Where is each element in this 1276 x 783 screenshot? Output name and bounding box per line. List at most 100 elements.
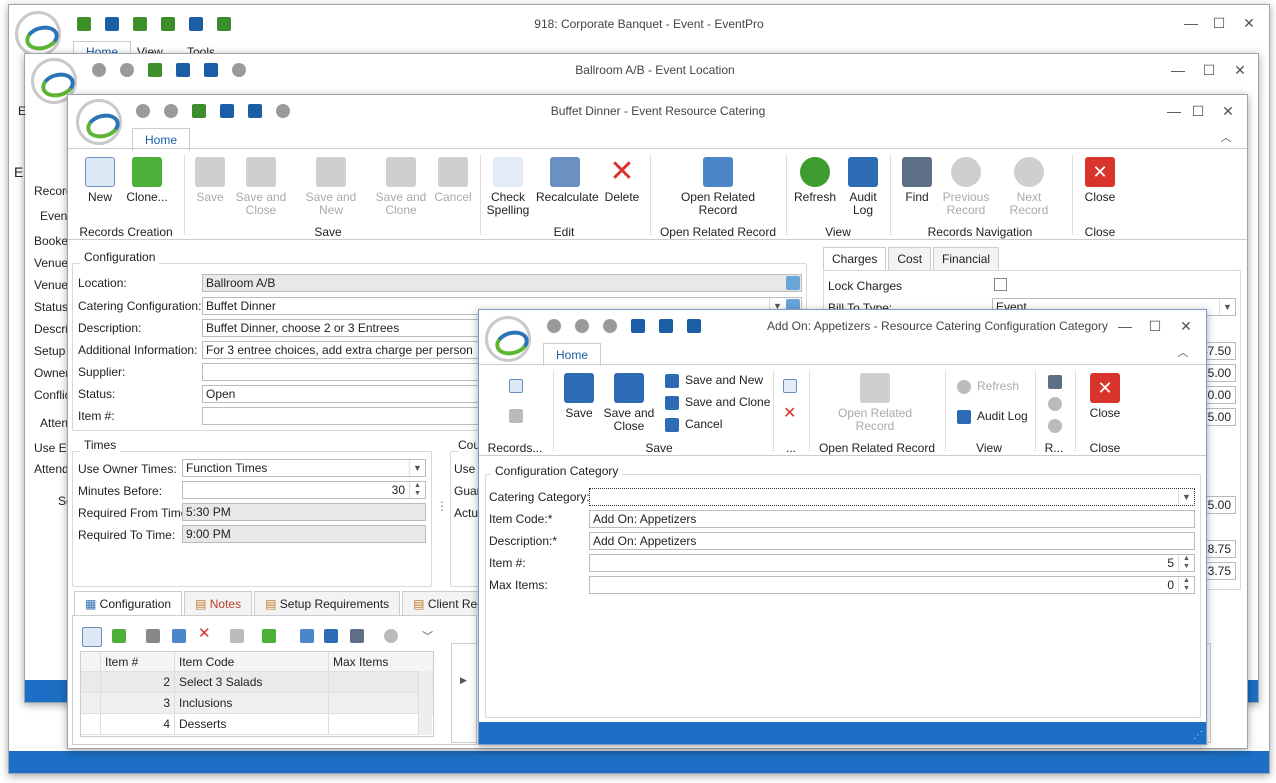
check-spelling-button[interactable]: Check Spelling	[486, 157, 530, 217]
close-button[interactable]: ✕	[1239, 15, 1259, 32]
clone-row-icon[interactable]	[112, 629, 126, 643]
collapse-ribbon-icon[interactable]: ︿	[1173, 344, 1193, 360]
spin-arrows-icon[interactable]: ▲ ▼	[409, 482, 425, 498]
close-button[interactable]: ✕	[1176, 318, 1196, 335]
location-field[interactable]: Ballroom A/B	[202, 274, 802, 292]
minimize-button[interactable]: —	[1168, 62, 1188, 78]
save-close-icon[interactable]	[204, 63, 218, 77]
item-code-field[interactable]: Add On: Appetizers	[589, 510, 1195, 528]
save-icon[interactable]	[631, 319, 645, 333]
spell-check-icon[interactable]	[783, 379, 797, 393]
save-button[interactable]: Save	[559, 373, 599, 420]
clone-icon[interactable]	[509, 409, 523, 423]
previous-record-button[interactable]: Previous Record	[940, 157, 992, 217]
description-field[interactable]: Add On: Appetizers	[589, 532, 1195, 550]
open-related-record-button[interactable]: Open Related Record	[835, 373, 915, 433]
table-row[interactable]: 2 Select 3 Salads 3	[81, 672, 433, 693]
up-arrow-icon[interactable]	[1048, 397, 1062, 411]
col-item-code[interactable]: Item Code	[175, 652, 329, 671]
down-arrow-icon[interactable]	[164, 104, 178, 118]
minimize-button[interactable]: —	[1115, 318, 1135, 334]
save-new-button[interactable]: Save and New	[665, 373, 763, 388]
new-row-icon[interactable]	[82, 627, 102, 647]
open-related-record-button[interactable]: Open Related Record	[678, 157, 758, 217]
calculator-icon[interactable]	[146, 629, 160, 643]
collapse-ribbon-icon[interactable]: ︿	[1216, 129, 1236, 145]
clock-icon[interactable]	[77, 17, 91, 31]
row-selector[interactable]	[81, 693, 101, 713]
save-close-button[interactable]: Save and Close	[234, 157, 288, 217]
audit-log-button[interactable]: Audit Log	[957, 409, 1028, 424]
link-icon[interactable]	[300, 629, 314, 643]
new-button[interactable]: New	[82, 157, 118, 204]
minutes-before-stepper[interactable]: 30 ▲ ▼	[182, 481, 426, 499]
undo-icon[interactable]	[232, 63, 246, 77]
use-owner-times-select[interactable]: Function Times ▼	[182, 459, 426, 477]
down-arrow-icon[interactable]	[120, 63, 134, 77]
save-clone-button[interactable]: Save and Clone	[665, 395, 770, 410]
delete-button[interactable]: ✕ Delete	[600, 157, 644, 204]
close-record-button[interactable]: ✕ Close	[1085, 373, 1125, 420]
undo-icon[interactable]	[687, 319, 701, 333]
tab-notes[interactable]: ▤ Notes	[184, 591, 253, 616]
save-close-icon[interactable]	[659, 319, 673, 333]
document-icon[interactable]	[105, 17, 119, 31]
refresh-icon[interactable]	[603, 319, 617, 333]
save-close-icon[interactable]	[248, 104, 262, 118]
maximize-button[interactable]: ☐	[1209, 15, 1229, 32]
save-icon[interactable]	[176, 63, 190, 77]
refresh-icon[interactable]	[217, 17, 231, 31]
audit-log-icon[interactable]	[324, 629, 338, 643]
clock-icon[interactable]	[161, 17, 175, 31]
recalculate-button[interactable]: Recalculate	[536, 157, 599, 204]
eventpro-logo[interactable]	[15, 11, 61, 57]
item-number-stepper[interactable]: 5 ▲ ▼	[589, 554, 1195, 572]
tab-configuration[interactable]: ▦ Configuration	[74, 591, 183, 616]
row-selector[interactable]	[81, 714, 101, 734]
tab-setup-requirements[interactable]: ▤ Setup Requirements	[254, 591, 401, 616]
close-record-button[interactable]: ✕ Close	[1080, 157, 1120, 204]
up-arrow-icon[interactable]	[384, 629, 398, 643]
export-icon[interactable]	[262, 629, 276, 643]
chevron-down-icon[interactable]: ▼	[1219, 299, 1235, 315]
find-button[interactable]: Find	[898, 157, 936, 204]
new-document-icon[interactable]	[509, 379, 523, 393]
save-close-button[interactable]: Save and Close	[603, 373, 655, 433]
close-button[interactable]: ✕	[1230, 62, 1250, 79]
lock-charges-checkbox[interactable]	[994, 278, 1007, 291]
maximize-button[interactable]: ☐	[1188, 103, 1208, 120]
undo-icon[interactable]	[276, 104, 290, 118]
minimize-button[interactable]: —	[1181, 15, 1201, 31]
refresh-icon[interactable]	[148, 63, 162, 77]
open-record-icon[interactable]	[172, 629, 186, 643]
minimize-button[interactable]: —	[1164, 103, 1184, 119]
print-icon[interactable]	[230, 629, 244, 643]
table-row[interactable]: 3 Inclusions 0	[81, 693, 433, 714]
refresh-button[interactable]: Refresh	[957, 379, 1019, 394]
tab-cost[interactable]: Cost	[888, 247, 932, 270]
catering-category-select[interactable]: ▼	[589, 488, 1195, 506]
clock-icon[interactable]	[133, 17, 147, 31]
col-max-items[interactable]: Max Items	[329, 652, 433, 671]
maximize-button[interactable]: ☐	[1145, 318, 1165, 335]
save-new-button[interactable]: Save and New	[294, 157, 368, 217]
delete-x-icon[interactable]: ✕	[198, 626, 212, 641]
tab-charges[interactable]: Charges	[823, 247, 887, 270]
eventpro-logo[interactable]	[485, 316, 531, 362]
down-arrow-icon[interactable]	[1048, 419, 1062, 433]
col-item-number[interactable]: Item #	[101, 652, 175, 671]
grid-scrollbar[interactable]	[418, 671, 432, 735]
chevron-down-icon[interactable]: ▼	[409, 460, 425, 476]
table-row[interactable]: 4 Desserts 0	[81, 714, 433, 735]
tab-home[interactable]: Home	[543, 343, 602, 366]
chevron-down-icon[interactable]: ▼	[1178, 489, 1194, 505]
up-arrow-icon[interactable]	[92, 63, 106, 77]
tab-financial[interactable]: Financial	[933, 247, 1000, 270]
table-icon[interactable]	[350, 629, 364, 643]
next-record-button[interactable]: Next Record	[996, 157, 1062, 217]
mail-icon[interactable]	[189, 17, 203, 31]
resize-grip-icon[interactable]: ⋰	[1193, 730, 1203, 741]
required-to-field[interactable]: 9:00 PM	[182, 525, 426, 543]
audit-log-button[interactable]: Audit Log	[844, 157, 882, 217]
eventpro-logo[interactable]	[76, 99, 122, 145]
